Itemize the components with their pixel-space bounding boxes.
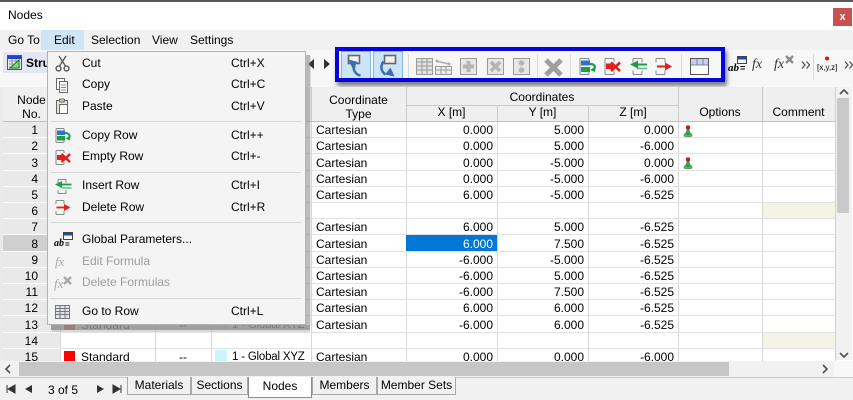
svg-text:ab: ab [728,62,740,74]
svg-text:fx: fx [55,254,65,269]
svg-text:[x,y,z]: [x,y,z] [817,63,837,72]
svg-text:fx: fx [54,276,64,291]
svg-text:=: = [65,240,70,249]
svg-text:ab: ab [54,238,64,249]
svg-text:=: = [740,63,745,73]
